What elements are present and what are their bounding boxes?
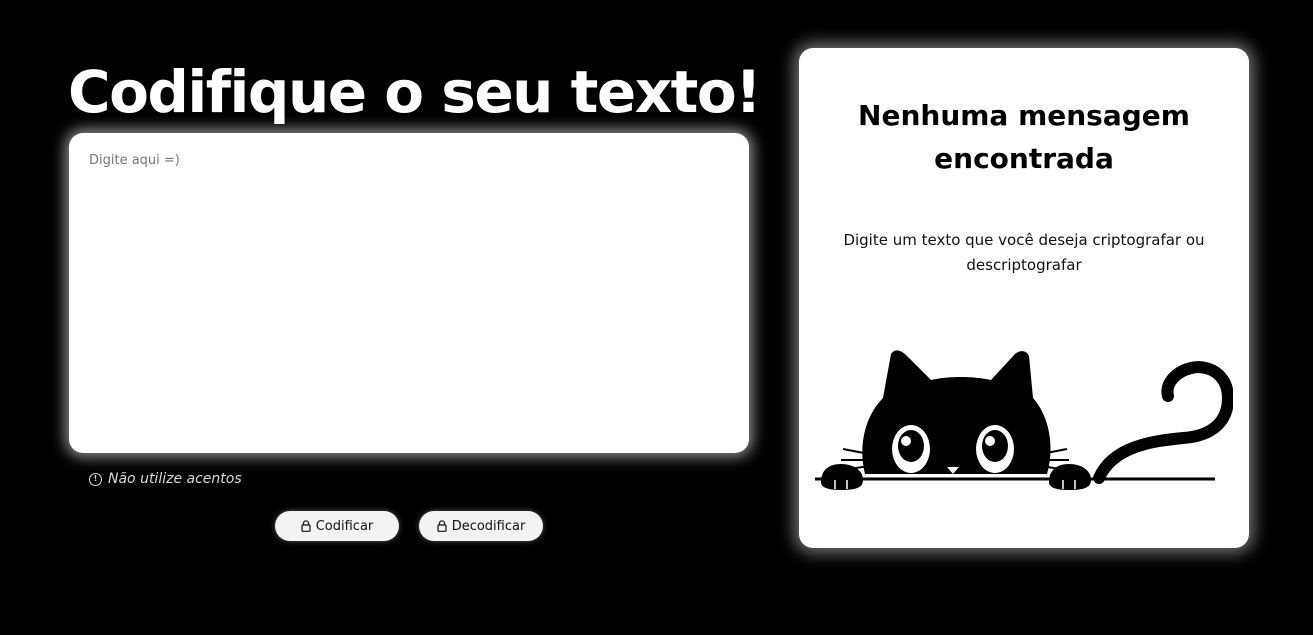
output-title: Nenhuma mensagem encontrada [858,99,1190,175]
accent-warning-text: Não utilize acentos [108,471,242,487]
lock-icon [437,520,447,532]
output-description: Digite um texto que você deseja criptogr… [843,231,1205,274]
text-input[interactable] [89,153,729,433]
accent-warning: ! Não utilize acentos [89,471,242,487]
output-panel: Nenhuma mensagem encontrada Digite um te… [799,48,1249,548]
decode-button[interactable]: Decodificar [419,511,543,541]
info-circle-icon: ! [89,472,102,486]
page-title: Codifique o seu texto! [68,58,762,126]
text-input-card [69,133,749,453]
peeking-cat-illustration [815,350,1233,490]
encode-button-label: Codificar [315,518,374,534]
lock-icon [301,520,311,532]
decode-button-label: Decodificar [451,518,526,534]
encode-button[interactable]: Codificar [275,511,399,541]
